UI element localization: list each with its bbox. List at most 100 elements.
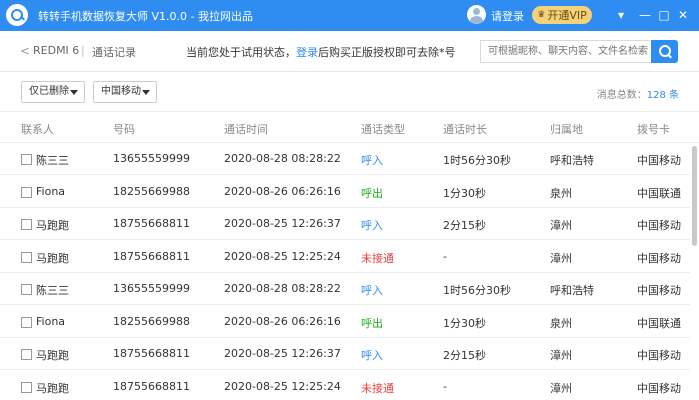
cell-location: 泉州 [550,186,572,200]
cell-location: 漳州 [550,251,572,265]
row-checkbox[interactable] [21,381,32,393]
cell-duration: 1时56分30秒 [443,154,511,167]
cell-location: 漳州 [550,349,572,362]
row-checkbox[interactable] [21,284,32,295]
section-title: 通话记录 [92,46,136,59]
cell-location: 漳州 [550,381,572,395]
menu-dropdown-icon[interactable]: ▾ [612,6,630,24]
cell-time: 2020-08-25 12:26:37 [224,347,341,360]
cell-card: 中国移动 [637,251,681,265]
header-time[interactable]: 通话时间 [224,121,268,137]
header-type[interactable]: 通话类型 [361,121,405,137]
cell-card: 中国移动 [637,284,681,297]
table-row[interactable]: 马跑跑 18755668811 2020-08-25 12:25:24 未接通 - 漳州 中… [0,371,690,400]
header-card[interactable]: 拨号卡 [637,121,670,137]
table-row[interactable]: 马跑跑 18755668811 2020-08-25 12:25:24 未接通 - 漳州 中… [0,241,690,273]
cell-number: 13655559999 [113,152,190,165]
trial-notice-prefix: 当前您处于试用状态， [186,46,296,59]
row-checkbox[interactable] [21,219,32,230]
login-link[interactable]: 请登录 [491,8,524,24]
cell-location: 漳州 [550,219,572,232]
cell-card: 中国移动 [637,219,681,232]
cell-contact: 马跑跑 [36,251,69,265]
row-checkbox[interactable] [21,186,32,198]
cell-time: 2020-08-28 08:28:22 [224,282,341,295]
trial-login-link[interactable]: 登录 [296,46,318,59]
cell-time: 2020-08-26 06:26:16 [224,184,341,198]
header-location[interactable]: 归属地 [550,121,583,137]
table-row[interactable]: Fiona 18255669988 2020-08-26 06:26:16 呼出 1分3… [0,176,690,208]
cell-card: 中国移动 [637,349,681,362]
cell-duration: 2分15秒 [443,219,486,232]
trial-notice: 当前您处于试用状态，登录后购买正版授权即可去除*号 [186,44,456,60]
total-count: 消息总数：128 条 [597,86,679,101]
total-unit: 条 [665,90,679,101]
row-checkbox[interactable] [21,316,32,328]
cell-type: 呼出 [361,316,383,330]
search-input[interactable] [480,40,650,63]
cell-type: 呼入 [361,284,383,297]
toolbar: < REDMI 6 | 通话记录 当前您处于试用状态，登录后购买正版授权即可去除… [0,31,699,72]
row-checkbox[interactable] [21,349,32,360]
cell-type: 呼入 [361,349,383,362]
app-logo-icon [6,4,28,26]
cell-number: 18755668811 [113,347,190,360]
app-title: 转转手机数据恢复大师 V1.0.0 - 我拉网出品 [38,10,253,23]
cell-duration: - [443,249,447,263]
cell-type: 呼入 [361,154,383,167]
cell-card: 中国联通 [637,316,681,330]
table-row[interactable]: 马跑跑 18755668811 2020-08-25 12:26:37 呼入 2分15秒… [0,338,690,370]
cell-card: 中国移动 [637,381,681,395]
cell-contact: 马跑跑 [36,349,69,362]
cell-location: 呼和浩特 [550,284,594,297]
close-button[interactable]: ✕ [674,6,692,24]
cell-time: 2020-08-25 12:25:24 [224,249,341,263]
cell-number: 18255669988 [113,314,190,328]
cell-number: 18255669988 [113,184,190,198]
crown-icon: ♛ [537,10,546,20]
table-row[interactable]: Fiona 18255669988 2020-08-26 06:26:16 呼出 1分3… [0,306,690,338]
row-checkbox[interactable] [21,251,32,263]
total-count-value: 128 [646,90,666,101]
trial-notice-suffix: 后购买正版授权即可去除*号 [318,46,456,59]
table-row[interactable]: 马跑跑 18755668811 2020-08-25 12:26:37 呼入 2分15秒… [0,208,690,240]
cell-time: 2020-08-28 08:28:22 [224,152,341,165]
cell-time: 2020-08-25 12:26:37 [224,217,341,230]
cell-contact: 马跑跑 [36,219,69,232]
cell-contact: Fiona [36,184,66,198]
cell-type: 呼出 [361,186,383,200]
table-header: 联系人 号码 通话时间 通话类型 通话时长 归属地 拨号卡 [0,111,699,143]
minimize-button[interactable]: — [636,6,654,24]
breadcrumb-separator: | [81,44,85,57]
vip-button[interactable]: ♛ 开通VIP [532,6,592,24]
cell-duration: 1时56分30秒 [443,284,511,297]
table-row[interactable]: 陈三三 13655559999 2020-08-28 08:28:22 呼入 1时56分… [0,143,690,175]
search-button[interactable] [651,40,678,63]
cell-time: 2020-08-26 06:26:16 [224,314,341,328]
user-avatar-icon[interactable] [467,5,486,24]
chevron-down-icon [70,90,78,95]
cell-number: 18755668811 [113,217,190,230]
cell-type: 未接通 [361,381,394,395]
carrier-filter-dropdown[interactable]: 中国移动 [93,81,157,103]
header-number[interactable]: 号码 [113,121,135,137]
maximize-button[interactable]: □ [655,6,673,24]
cell-location: 呼和浩特 [550,154,594,167]
total-label: 消息总数： [596,90,647,101]
cell-contact: 陈三三 [36,154,69,167]
title-bar: 转转手机数据恢复大师 V1.0.0 - 我拉网出品 请登录 ♛ 开通VIP ▾ … [0,0,699,31]
row-checkbox[interactable] [21,154,32,165]
cell-card: 中国联通 [637,186,681,200]
header-contact[interactable]: 联系人 [21,121,54,137]
cell-number: 13655559999 [113,282,190,295]
chevron-down-icon [142,90,150,95]
cell-contact: Fiona [36,314,66,328]
back-arrow-icon[interactable]: < [20,44,30,58]
header-duration[interactable]: 通话时长 [443,121,487,137]
deleted-filter-dropdown[interactable]: 仅已删除 [21,81,85,103]
carrier-filter-label: 中国移动 [101,86,141,97]
cell-time: 2020-08-25 12:25:24 [224,379,341,393]
device-name[interactable]: REDMI 6 [33,44,79,57]
table-row[interactable]: 陈三三 13655559999 2020-08-28 08:28:22 呼入 1时56分… [0,273,690,305]
scrollbar[interactable] [692,146,697,246]
